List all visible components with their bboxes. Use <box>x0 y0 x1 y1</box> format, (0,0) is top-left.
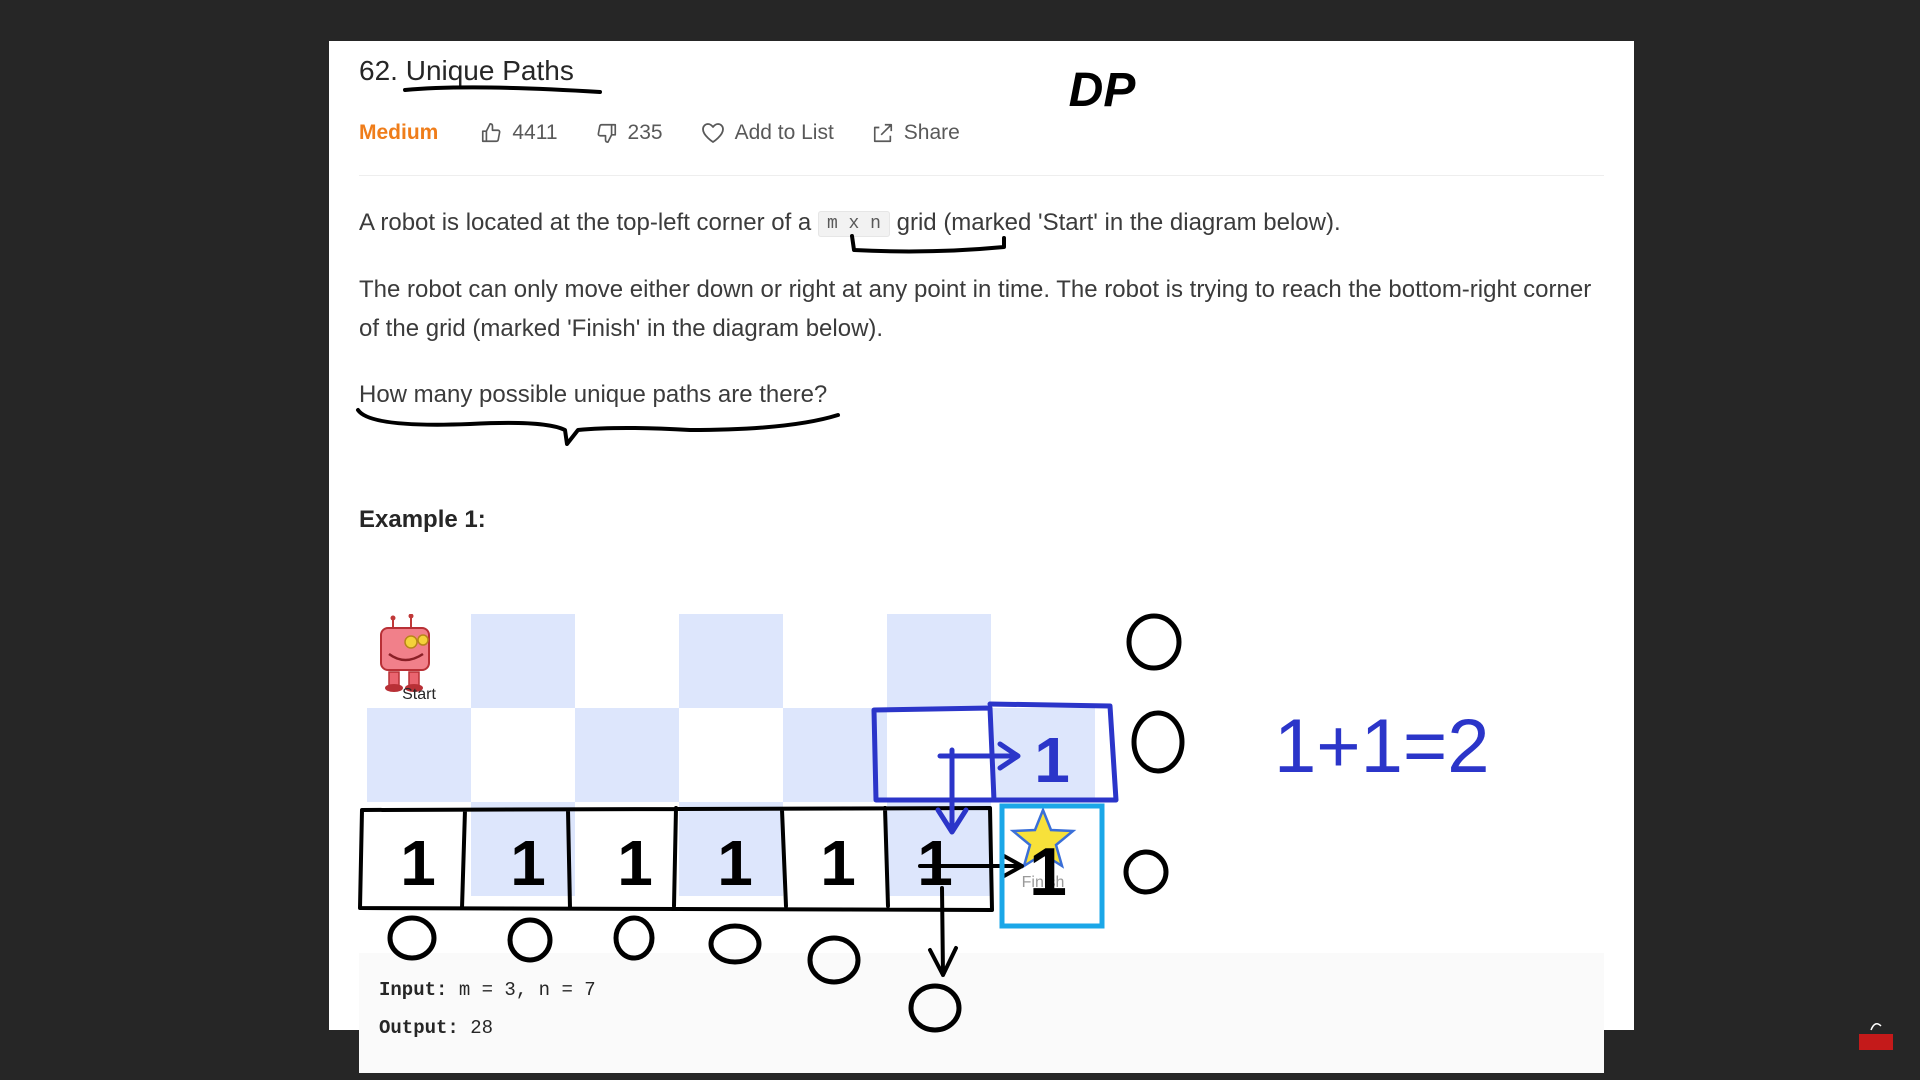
grid-size-code: m x n <box>817 211 890 237</box>
add-to-list-button[interactable]: Add to List <box>701 121 834 145</box>
heart-icon <box>701 123 724 143</box>
grid-cell <box>679 802 783 896</box>
grid-cell <box>783 708 887 802</box>
example-grid-diagram: Start Finish <box>367 613 1095 944</box>
grid-cell <box>471 708 575 802</box>
output-label: Output: <box>379 1017 459 1039</box>
example-output-line: Output: 28 <box>379 1017 493 1039</box>
thumbs-up-icon <box>482 123 501 143</box>
dislike-button[interactable]: 235 <box>596 121 663 145</box>
description-paragraph-3: How many possible unique paths are there… <box>359 381 828 408</box>
grid-cell <box>367 708 471 802</box>
share-label: Share <box>903 121 960 144</box>
grid-cell <box>367 802 471 896</box>
thumbs-down-icon <box>597 123 616 143</box>
grid-cell <box>471 802 575 896</box>
example-io-block: Input: m = 3, n = 7 Output: 28 <box>359 953 1604 1073</box>
subscribe-badge-icon[interactable] <box>1857 1018 1895 1056</box>
grid-cell <box>887 614 991 708</box>
problem-title: 62. Unique Paths <box>359 55 574 87</box>
grid-cell <box>991 614 1095 708</box>
grid-cell <box>991 708 1095 802</box>
grid-cell <box>887 708 991 802</box>
problem-meta-bar: Medium 4411 235 Add to List Share <box>359 115 998 151</box>
description-paragraph-1: A robot is located at the top-left corne… <box>359 203 1604 244</box>
input-label: Input: <box>379 979 448 1001</box>
problem-number: 62. <box>359 55 398 86</box>
finish-label: Finish <box>1021 874 1065 891</box>
start-label: Start <box>402 686 436 703</box>
grid-cell <box>783 802 887 896</box>
like-count: 4411 <box>512 121 558 144</box>
example-input-line: Input: m = 3, n = 7 <box>379 979 596 1001</box>
grid-cell-finish: Finish <box>991 802 1095 896</box>
output-value: 28 <box>470 1017 494 1039</box>
grid-cell <box>471 614 575 708</box>
share-icon <box>873 123 892 143</box>
grid-cell-start: Start <box>367 613 471 708</box>
problem-panel: 62. Unique Paths Medium 4411 235 Add to … <box>329 41 1634 1073</box>
description-paragraph-2: The robot can only move either down or r… <box>359 276 1592 342</box>
input-value: m = 3, n = 7 <box>458 979 596 1001</box>
difficulty-label: Medium <box>359 121 439 144</box>
grid-cell <box>575 708 679 802</box>
like-button[interactable]: 4411 <box>480 121 558 145</box>
grid-cell <box>575 614 679 708</box>
p1-text-after: grid (marked 'Start' in the diagram belo… <box>896 209 1341 236</box>
header-divider <box>359 175 1604 176</box>
example-heading: Example 1: <box>359 506 486 533</box>
add-to-list-label: Add to List <box>734 121 834 144</box>
grid-cell <box>575 802 679 896</box>
share-button[interactable]: Share <box>872 121 960 145</box>
p1-text-before: A robot is located at the top-left corne… <box>359 209 812 236</box>
grid-cell <box>783 614 887 708</box>
grid-cell <box>887 802 991 896</box>
grid-cell <box>679 614 783 708</box>
dislike-count: 235 <box>627 121 663 144</box>
problem-name: Unique Paths <box>405 55 574 86</box>
grid-cell <box>679 708 783 802</box>
